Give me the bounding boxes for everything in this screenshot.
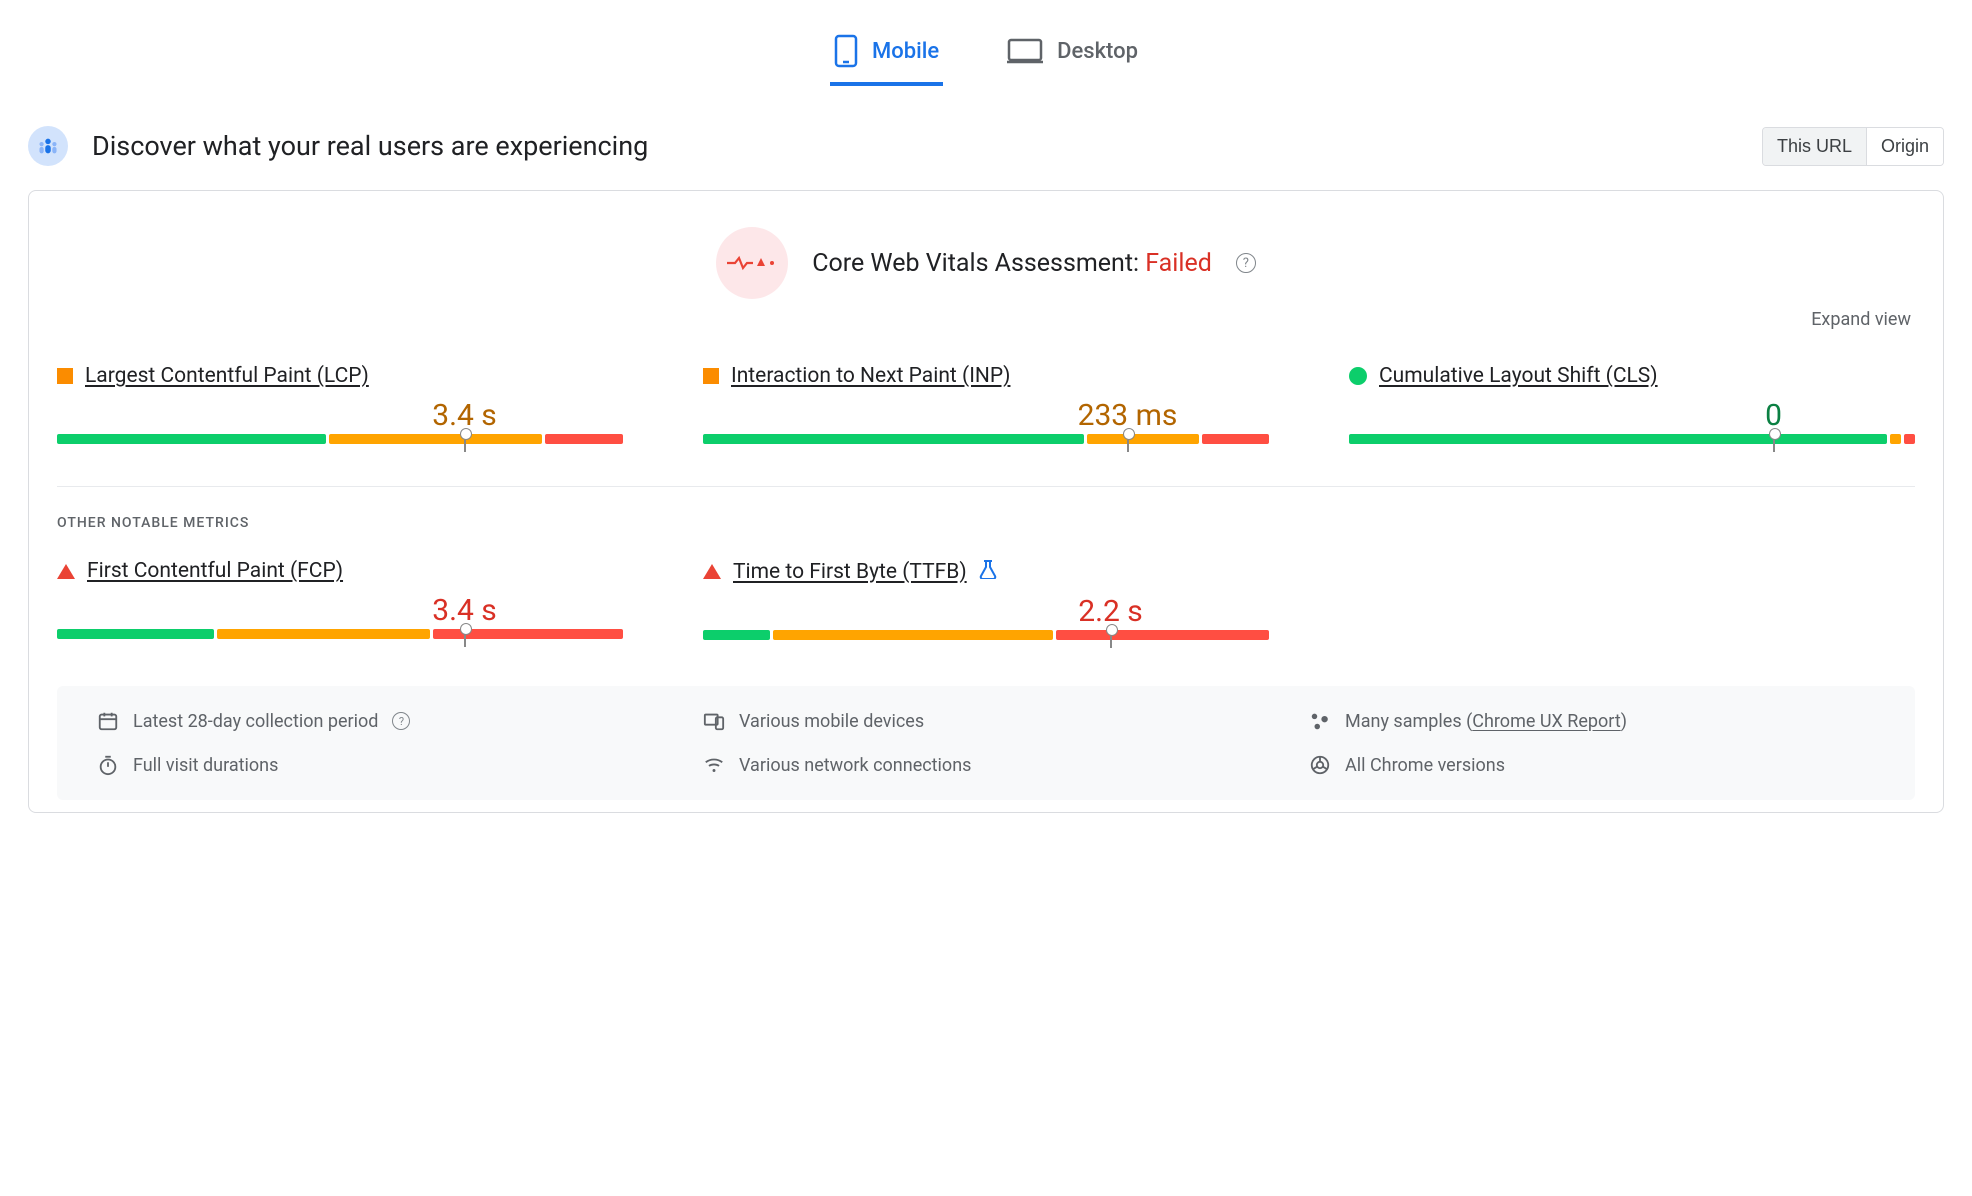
metric-value: 2.2 s xyxy=(1078,594,1143,629)
bar-segment-g xyxy=(57,629,214,639)
metric-head: Interaction to Next Paint (INP) xyxy=(703,364,1269,388)
vitals-card: Core Web Vitals Assessment: Failed ? Exp… xyxy=(28,190,1944,813)
note-durations: Full visit durations xyxy=(97,754,663,776)
note-period: Latest 28-day collection period ? xyxy=(97,710,663,732)
device-tabs: Mobile Desktop xyxy=(28,20,1944,86)
bar-segment-g xyxy=(703,434,1084,444)
crux-report-link[interactable]: Chrome UX Report xyxy=(1472,711,1620,732)
note-period-text: Latest 28-day collection period xyxy=(133,711,378,732)
metric-lcp: Largest Contentful Paint (LCP) 3.4 s xyxy=(57,364,623,446)
dot-green-icon xyxy=(1349,367,1367,385)
note-versions-text: All Chrome versions xyxy=(1345,755,1505,776)
square-orange-icon xyxy=(57,368,73,384)
bar-segment-r xyxy=(1056,630,1269,640)
note-samples: Many samples (Chrome UX Report) xyxy=(1309,710,1875,732)
bar-segment-r xyxy=(433,629,623,639)
page-title: Discover what your real users are experi… xyxy=(92,130,648,162)
help-icon[interactable]: ? xyxy=(392,712,410,730)
devices-icon xyxy=(703,710,725,732)
metric-head: First Contentful Paint (FCP) xyxy=(57,559,623,583)
tab-mobile-label: Mobile xyxy=(872,39,939,64)
assessment-badge-icon xyxy=(716,227,788,299)
note-devices-text: Various mobile devices xyxy=(739,711,924,732)
bar-segment-o xyxy=(1087,434,1199,444)
dataset-notes: Latest 28-day collection period ? Variou… xyxy=(57,686,1915,800)
distribution-bar xyxy=(703,434,1269,446)
assessment-row: Core Web Vitals Assessment: Failed ? xyxy=(57,227,1915,299)
tab-mobile[interactable]: Mobile xyxy=(830,20,943,86)
help-icon[interactable]: ? xyxy=(1236,253,1256,273)
assessment-status: Failed xyxy=(1145,249,1212,278)
note-durations-text: Full visit durations xyxy=(133,755,278,776)
metric-head: Largest Contentful Paint (LCP) xyxy=(57,364,623,388)
metric-name-link[interactable]: Time to First Byte (TTFB) xyxy=(733,560,967,584)
metric-name-link[interactable]: Largest Contentful Paint (LCP) xyxy=(85,364,369,388)
wifi-icon xyxy=(703,754,725,776)
metric-head: Cumulative Layout Shift (CLS) xyxy=(1349,364,1915,388)
distribution-bar xyxy=(1349,434,1915,446)
mobile-icon xyxy=(834,34,858,68)
note-samples-text: Many samples (Chrome UX Report) xyxy=(1345,711,1627,732)
note-network: Various network connections xyxy=(703,754,1269,776)
distribution-bar xyxy=(703,630,1269,642)
bar-segment-o xyxy=(217,629,430,639)
stopwatch-icon xyxy=(97,754,119,776)
calendar-icon xyxy=(97,710,119,732)
flask-icon xyxy=(979,559,997,584)
bar-segment-g xyxy=(703,630,770,640)
metric-value: 233 ms xyxy=(1078,398,1178,433)
metric-name-link[interactable]: Interaction to Next Paint (INP) xyxy=(731,364,1010,388)
assessment-label: Core Web Vitals Assessment: xyxy=(812,249,1139,278)
bar-segment-r xyxy=(1904,434,1915,444)
other-metrics-heading: OTHER NOTABLE METRICS xyxy=(57,515,1915,531)
scope-this-url[interactable]: This URL xyxy=(1763,128,1866,165)
metric-head: Time to First Byte (TTFB) xyxy=(703,559,1269,584)
note-devices: Various mobile devices xyxy=(703,710,1269,732)
page-header: Discover what your real users are experi… xyxy=(28,126,1944,166)
expand-view-link[interactable]: Expand view xyxy=(57,309,1911,330)
square-orange-icon xyxy=(703,368,719,384)
users-icon xyxy=(28,126,68,166)
tab-desktop[interactable]: Desktop xyxy=(1003,20,1142,86)
metric-ttfb: Time to First Byte (TTFB) 2.2 s xyxy=(703,559,1269,642)
metric-value: 3.4 s xyxy=(432,398,497,433)
metric-name-link[interactable]: Cumulative Layout Shift (CLS) xyxy=(1379,364,1658,388)
desktop-icon xyxy=(1007,38,1043,64)
distribution-bar xyxy=(57,434,623,446)
bar-segment-g xyxy=(1349,434,1887,444)
bar-segment-o xyxy=(329,434,542,444)
metric-inp: Interaction to Next Paint (INP) 233 ms xyxy=(703,364,1269,446)
scatter-icon xyxy=(1309,710,1331,732)
assessment-text: Core Web Vitals Assessment: Failed xyxy=(812,249,1212,278)
bar-segment-r xyxy=(545,434,623,444)
bar-segment-o xyxy=(773,630,1053,640)
scope-toggle: This URL Origin xyxy=(1762,127,1944,166)
metric-fcp: First Contentful Paint (FCP) 3.4 s xyxy=(57,559,623,642)
bar-segment-g xyxy=(57,434,326,444)
metric-name-link[interactable]: First Contentful Paint (FCP) xyxy=(87,559,343,583)
triangle-red-icon xyxy=(703,564,721,579)
core-metrics-grid: Largest Contentful Paint (LCP) 3.4 s Inter… xyxy=(57,364,1915,446)
note-network-text: Various network connections xyxy=(739,755,971,776)
metric-cls: Cumulative Layout Shift (CLS) 0 xyxy=(1349,364,1915,446)
metric-value: 3.4 s xyxy=(432,593,497,628)
scope-origin[interactable]: Origin xyxy=(1866,128,1943,165)
chrome-icon xyxy=(1309,754,1331,776)
distribution-bar xyxy=(57,629,623,641)
note-versions: All Chrome versions xyxy=(1309,754,1875,776)
metric-value: 0 xyxy=(1765,398,1782,433)
tab-desktop-label: Desktop xyxy=(1057,39,1138,64)
bar-segment-o xyxy=(1890,434,1901,444)
bar-segment-r xyxy=(1202,434,1269,444)
triangle-red-icon xyxy=(57,564,75,579)
section-divider xyxy=(57,486,1915,487)
other-metrics-grid: First Contentful Paint (FCP) 3.4 s Time to… xyxy=(57,559,1915,642)
